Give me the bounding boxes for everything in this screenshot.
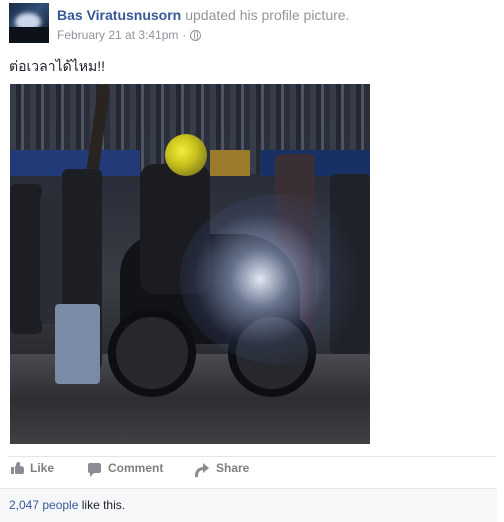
actions-divider bbox=[9, 456, 496, 457]
like-label: Like bbox=[30, 461, 55, 475]
like-button[interactable]: Like bbox=[11, 461, 54, 475]
likes-summary: 2,047 people like this. bbox=[9, 498, 125, 512]
profile-photo[interactable] bbox=[10, 84, 370, 444]
likes-count-link[interactable]: 2,047 people bbox=[9, 498, 78, 512]
speech-bubble-icon bbox=[88, 463, 101, 477]
share-arrow-icon bbox=[195, 462, 209, 477]
post-action-text: updated his profile picture. bbox=[185, 7, 350, 23]
photo-starter-jeans bbox=[55, 304, 100, 384]
comment-label: Comment bbox=[108, 461, 164, 475]
globe-icon[interactable] bbox=[190, 29, 202, 41]
post-header: Bas Viratusnusorn updated his profile pic… bbox=[9, 3, 489, 45]
post-meta: February 21 at 3:41pm · bbox=[57, 28, 202, 42]
photo-rear-wheel bbox=[108, 309, 196, 397]
author-name-link[interactable]: Bas Viratusnusorn bbox=[57, 7, 181, 23]
post-caption: ต่อเวลาได้ไหม!! bbox=[9, 58, 105, 74]
likes-summary-bar: 2,047 people like this. bbox=[0, 488, 497, 522]
meta-separator: · bbox=[182, 28, 187, 42]
photo-spectator bbox=[10, 184, 42, 334]
photo-headlight-glow bbox=[180, 194, 370, 364]
post-timestamp-link[interactable]: February 21 at 3:41pm bbox=[57, 28, 178, 42]
avatar-shadow bbox=[9, 27, 49, 43]
photo-yellow-helmet bbox=[165, 134, 207, 176]
post-actions: Like Comment Share bbox=[9, 461, 489, 483]
likes-suffix: like this. bbox=[78, 498, 126, 512]
share-button[interactable]: Share bbox=[195, 461, 250, 477]
photo-banner bbox=[210, 150, 250, 176]
share-label: Share bbox=[216, 461, 250, 475]
author-line: Bas Viratusnusorn updated his profile pic… bbox=[57, 7, 349, 23]
profile-avatar[interactable] bbox=[9, 3, 49, 43]
comment-button[interactable]: Comment bbox=[88, 461, 164, 477]
thumbs-up-icon bbox=[11, 462, 24, 474]
